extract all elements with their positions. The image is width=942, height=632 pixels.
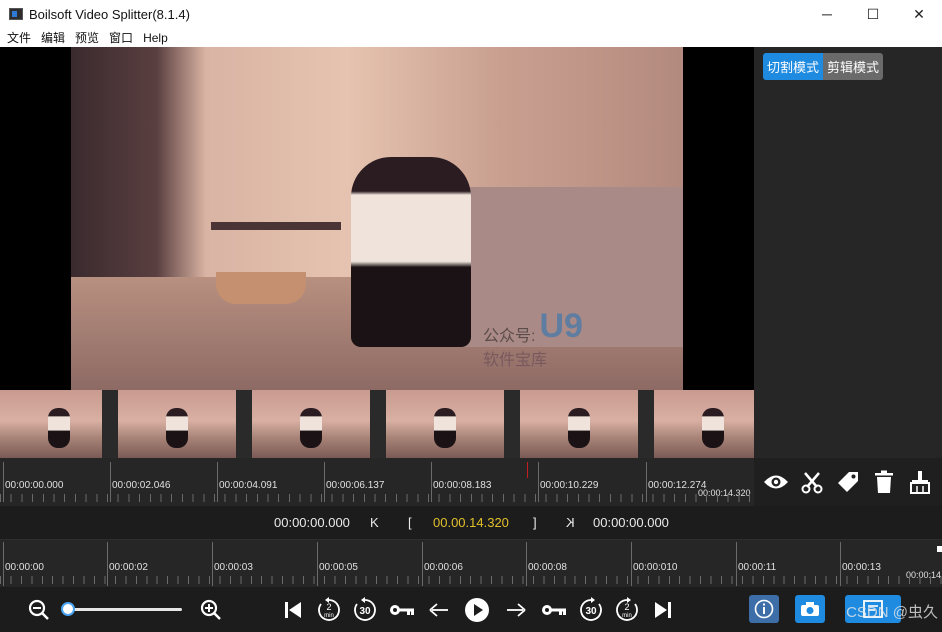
play-icon[interactable] — [464, 597, 490, 623]
snapshot-button[interactable] — [795, 595, 825, 623]
ruler-label: 00:00:06.137 — [326, 480, 385, 491]
thumbnail-strip[interactable] — [0, 390, 754, 458]
ruler-label: 00:00:10.229 — [540, 480, 599, 491]
menu-window[interactable]: 窗口 — [109, 29, 133, 46]
key-start-icon[interactable] — [388, 597, 416, 623]
watermark-left: 公众号: — [483, 328, 536, 345]
forward-30s-icon[interactable]: 30 — [578, 597, 604, 623]
menu-file[interactable]: 文件 — [7, 29, 31, 46]
playhead-marker[interactable] — [527, 462, 528, 478]
end-time: 00:00:00.000 — [593, 515, 669, 530]
forward-30s-value: 30 — [585, 606, 597, 617]
set-start-button[interactable]: K — [370, 515, 379, 530]
rewind-2min-unit: min — [324, 613, 334, 619]
window-controls: ─ ☐ ✕ — [804, 0, 942, 28]
timeline-ruler-bottom[interactable]: 00:00:00 00:00:02 00:00:03 00:00:05 00:0… — [0, 539, 942, 587]
ruler-minor-ticks — [0, 494, 754, 502]
zoom-in-icon[interactable] — [198, 597, 224, 623]
arrow-right-icon[interactable] — [503, 597, 529, 623]
broom-icon[interactable] — [906, 468, 934, 496]
ruler-label: 00:00:11 — [738, 562, 777, 573]
video-watermark: 公众号: U9 软件宝库 — [483, 307, 583, 370]
ruler-label: 00:00:08.183 — [433, 480, 492, 491]
thumbnail — [252, 390, 370, 458]
eye-icon[interactable] — [762, 468, 790, 496]
info-button[interactable] — [749, 595, 779, 623]
window-title: Boilsoft Video Splitter(8.1.4) — [29, 6, 190, 22]
ruler-label: 00:00:00.000 — [5, 480, 64, 491]
current-time: 00:00:00.000 — [274, 515, 350, 530]
skip-end-icon[interactable] — [650, 597, 676, 623]
video-frame: 公众号: U9 软件宝库 — [71, 47, 683, 390]
title-bar: Boilsoft Video Splitter(8.1.4) ─ ☐ ✕ — [0, 0, 942, 28]
app-icon — [9, 8, 23, 20]
watermark-logo: U9 — [539, 307, 583, 345]
ruler-label: 00:00:08 — [528, 562, 567, 573]
footer-watermark: CSDN @虫久 — [846, 604, 938, 621]
forward-2min-unit: min — [622, 613, 632, 619]
ruler-label: 00:00:02.046 — [112, 480, 171, 491]
rewind-30s-icon[interactable]: 30 — [352, 597, 378, 623]
close-button[interactable]: ✕ — [896, 0, 942, 28]
ruler-minor-ticks — [0, 576, 942, 584]
zoom-out-icon[interactable] — [26, 597, 52, 623]
split-mode-button[interactable]: 切割模式 — [763, 53, 824, 80]
set-end-button[interactable]: K — [566, 515, 575, 530]
tag-icon[interactable] — [834, 468, 862, 496]
ruler-label: 00:00:06 — [424, 562, 463, 573]
thumbnail — [520, 390, 638, 458]
side-panel: 切割模式 剪辑模式 — [754, 47, 942, 458]
ruler-label: 00:00:13 — [842, 562, 881, 573]
menu-help[interactable]: Help — [143, 31, 168, 45]
thumbnail — [118, 390, 236, 458]
timeline-end-handle[interactable] — [937, 546, 942, 552]
menu-preview[interactable]: 预览 — [75, 29, 99, 46]
forward-2min-icon[interactable]: 2 min — [614, 597, 640, 623]
time-info-bar: 00:00:00.000 K [ 00.00.14.320 ] K 00:00:… — [0, 506, 942, 539]
bracket-open: [ — [408, 515, 412, 530]
rewind-30s-value: 30 — [359, 606, 371, 617]
playback-controls: 2 min 30 30 2 min CSDN @虫久 — [0, 587, 942, 632]
timeline-ruler-top[interactable]: 00:00:00.000 00:00:02.046 00:00:04.091 0… — [0, 458, 754, 506]
ruler-label: 00:00:02 — [109, 562, 148, 573]
trash-icon[interactable] — [870, 468, 898, 496]
menu-bar: 文件 编辑 预览 窗口 Help — [0, 28, 942, 47]
info-icon — [754, 599, 774, 619]
scissors-icon[interactable] — [798, 468, 826, 496]
thumbnail — [654, 390, 754, 458]
arrow-left-icon[interactable] — [426, 597, 452, 623]
ruler-label: 00:00:05 — [319, 562, 358, 573]
thumbnail — [0, 390, 102, 458]
edit-mode-button[interactable]: 剪辑模式 — [823, 53, 884, 80]
zoom-slider-knob[interactable] — [60, 602, 75, 616]
rewind-2min-icon[interactable]: 2 min — [316, 597, 342, 623]
clip-tools — [754, 458, 942, 506]
watermark-text: 软件宝库 — [483, 352, 548, 369]
key-end-icon[interactable] — [540, 597, 568, 623]
mode-toggle: 切割模式 剪辑模式 — [763, 53, 884, 80]
minimize-button[interactable]: ─ — [804, 0, 850, 28]
zoom-slider-track[interactable] — [64, 608, 182, 611]
menu-edit[interactable]: 编辑 — [41, 29, 65, 46]
scene-table — [211, 222, 341, 230]
rewind-2min-value: 2 — [326, 602, 331, 612]
bracket-close: ] — [533, 515, 537, 530]
ruler-label: 00:00:04.091 — [219, 480, 278, 491]
thumbnail — [386, 390, 504, 458]
ruler-label: 00:00:03 — [214, 562, 253, 573]
camera-icon — [801, 602, 819, 616]
ruler-label: 00:00:00 — [5, 562, 44, 573]
video-preview[interactable]: 公众号: U9 软件宝库 — [0, 47, 754, 390]
selection-duration: 00.00.14.320 — [433, 515, 509, 530]
ruler-label: 00:00:010 — [633, 562, 678, 573]
scene-basket — [216, 272, 306, 304]
skip-start-icon[interactable] — [280, 597, 306, 623]
maximize-button[interactable]: ☐ — [850, 0, 896, 28]
forward-2min-value: 2 — [624, 602, 629, 612]
scene-person — [351, 157, 471, 347]
